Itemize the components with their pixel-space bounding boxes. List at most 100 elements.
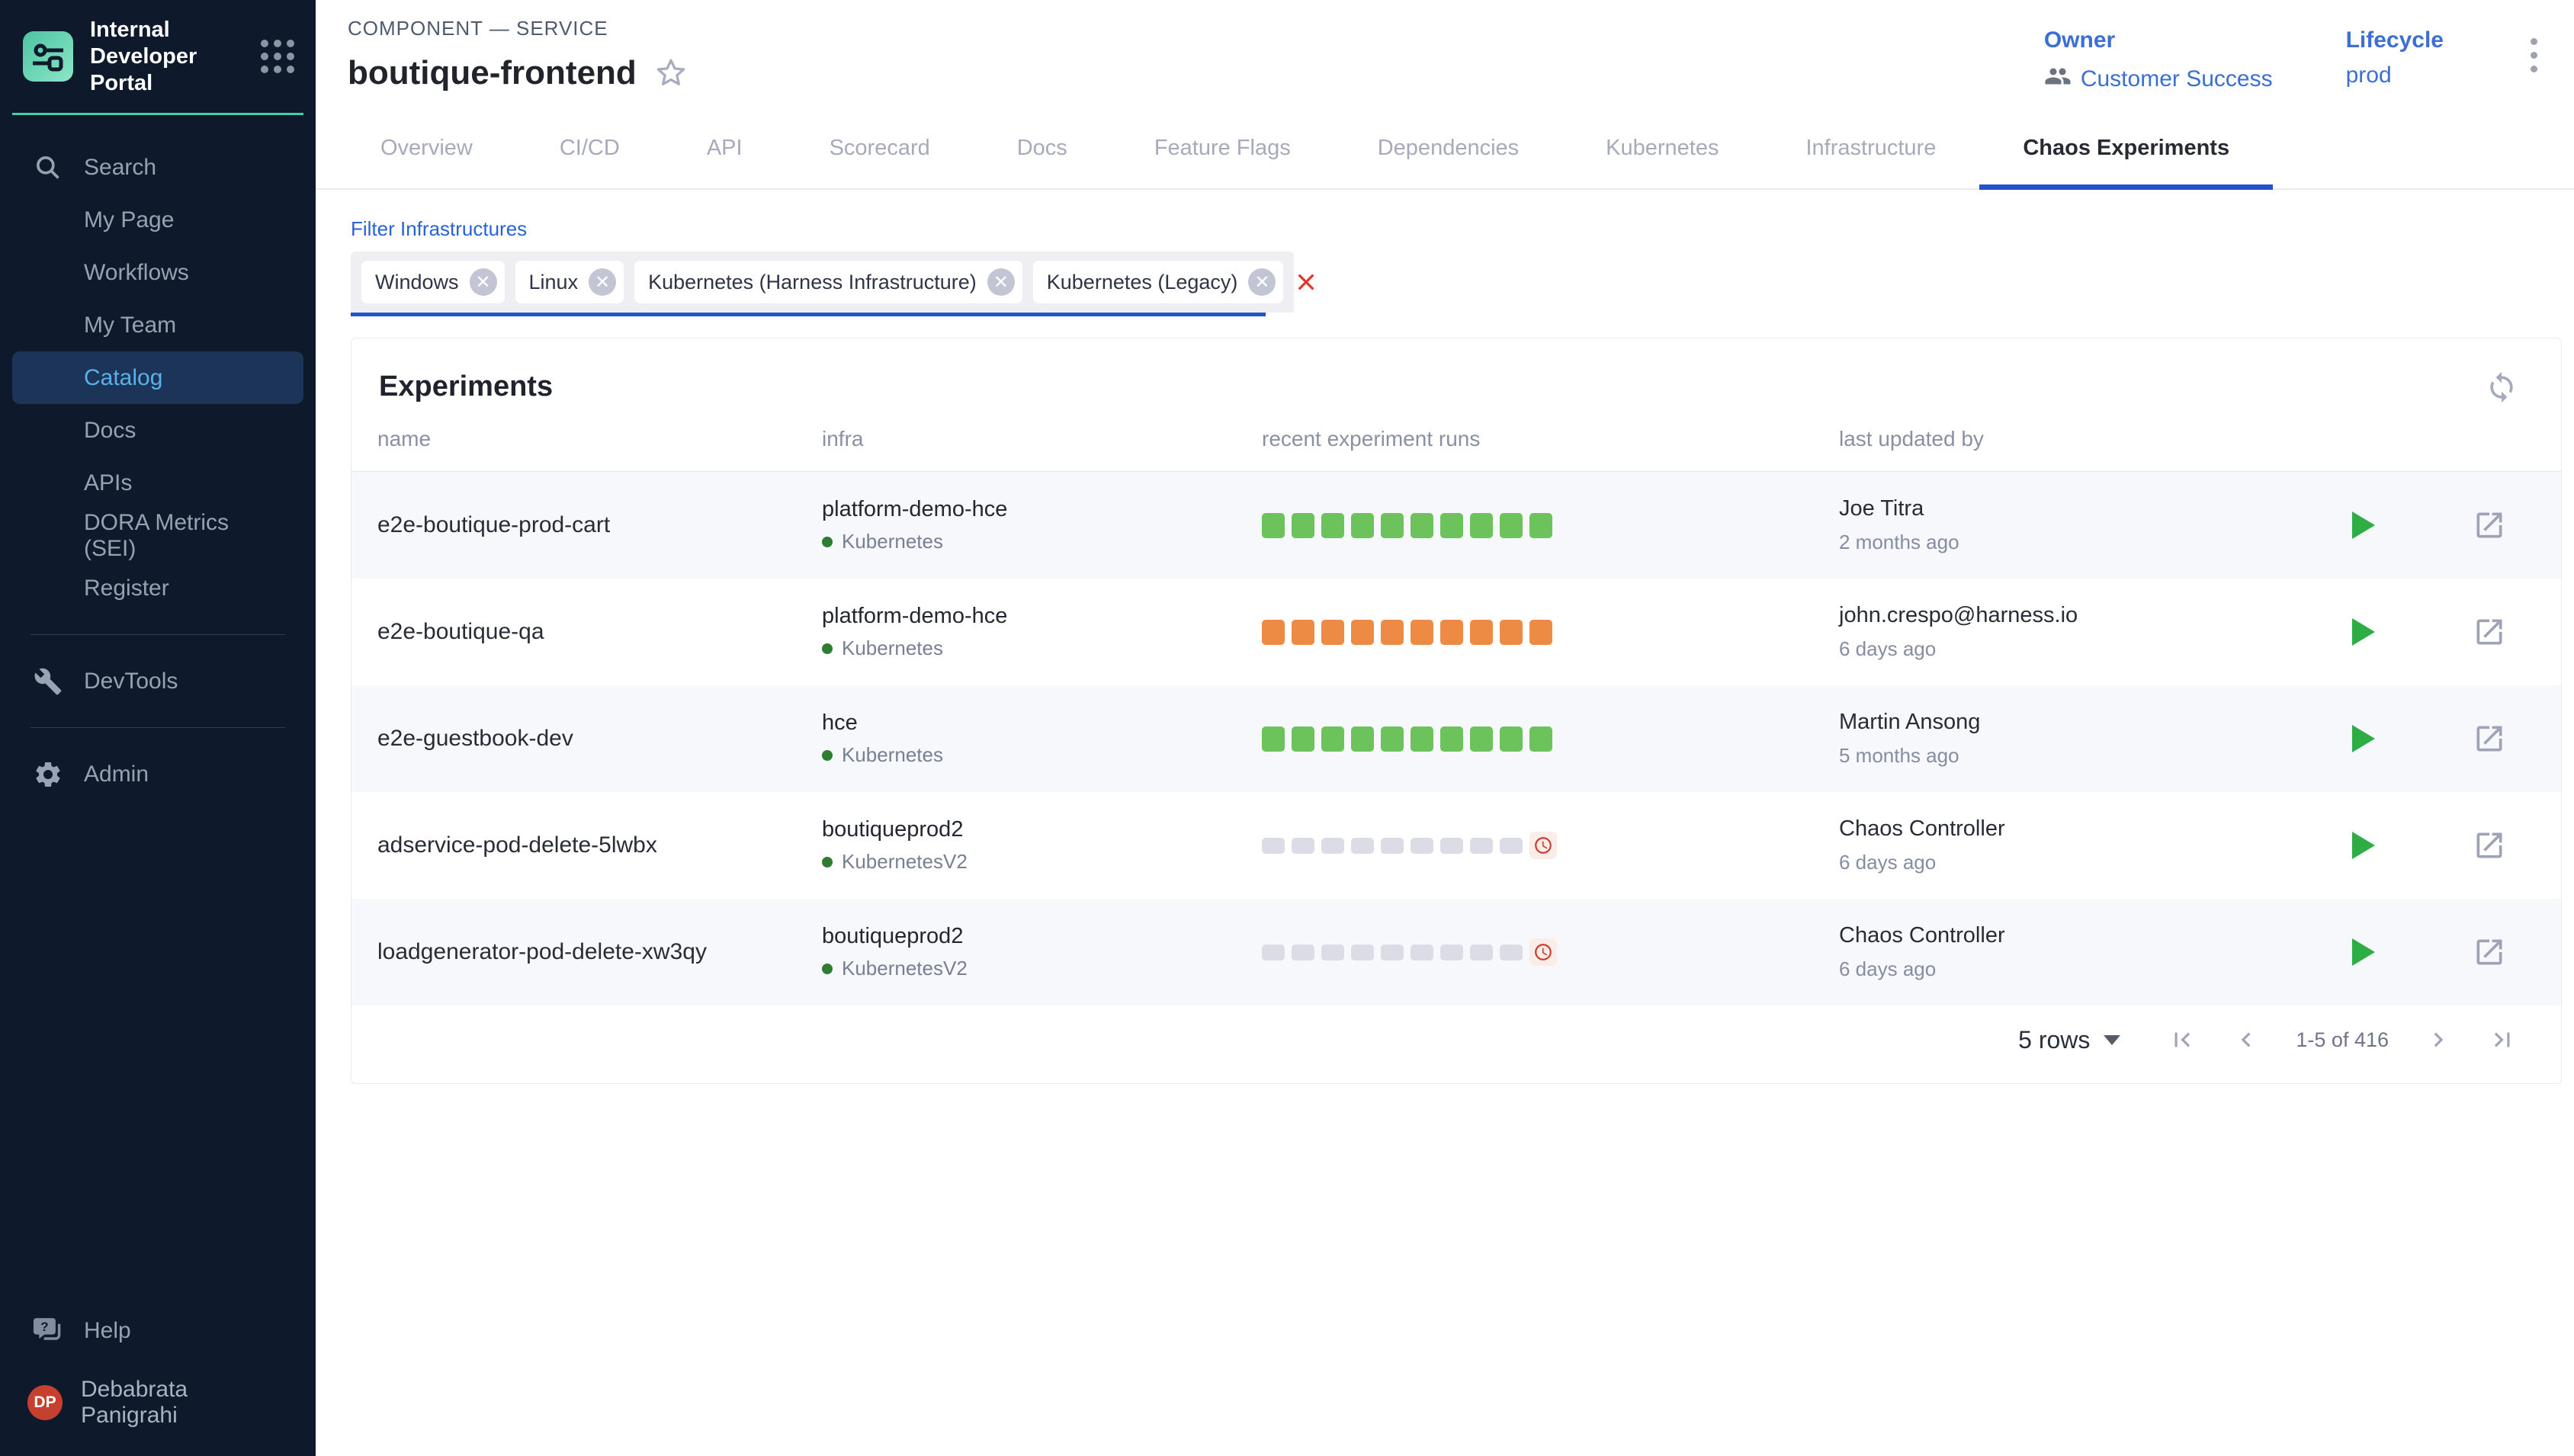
- sidebar-item-docs[interactable]: Docs: [12, 404, 303, 457]
- breadcrumb: COMPONENT — SERVICE: [348, 17, 688, 40]
- sidebar-item-label: DevTools: [84, 669, 178, 694]
- experiment-row[interactable]: e2e-boutique-qa platform-demo-hce Kubern…: [351, 579, 2561, 685]
- sidebar-item-help[interactable]: ? Help: [12, 1304, 303, 1357]
- filter-chip-kubernetes-legacy[interactable]: Kubernetes (Legacy) ✕: [1033, 261, 1284, 303]
- nav-item-icon: [32, 257, 64, 289]
- run-tile-pending: [1440, 838, 1463, 854]
- tab-overview[interactable]: Overview: [337, 113, 516, 188]
- filter-chip-linux[interactable]: Linux ✕: [515, 261, 624, 303]
- status-dot-icon: [822, 750, 833, 761]
- infrastructure-filter-input[interactable]: Windows ✕ Linux ✕ Kubernetes (Harness In…: [351, 252, 1266, 316]
- experiment-row[interactable]: e2e-guestbook-dev hce Kubernetes Martin …: [351, 685, 2561, 792]
- tab-dependencies[interactable]: Dependencies: [1334, 113, 1562, 188]
- sidebar-item-dora-metrics-sei[interactable]: DORA Metrics (SEI): [12, 509, 303, 562]
- first-page-button[interactable]: [2168, 1025, 2197, 1054]
- run-tile-pending: [1262, 944, 1285, 961]
- favorite-star-icon[interactable]: [653, 56, 688, 91]
- clear-filters-button[interactable]: [1294, 252, 1318, 313]
- run-experiment-play-button[interactable]: [2352, 832, 2375, 859]
- sidebar-item-admin[interactable]: Admin: [12, 748, 303, 800]
- sidebar-divider: [30, 634, 285, 635]
- updated-by-name: Joe Titra: [1839, 496, 2327, 521]
- sidebar-footer: ? Help DP Debabrata Panigrahi: [0, 1304, 316, 1456]
- run-tile-passed: [1470, 726, 1493, 752]
- tab-api[interactable]: API: [663, 113, 786, 188]
- run-tile-passed: [1529, 513, 1552, 538]
- people-icon: [2044, 63, 2072, 96]
- run-tile-passed: [1381, 726, 1404, 752]
- updated-at: 6 days ago: [1839, 851, 2327, 874]
- filter-chip-kubernetes-harness-infrastructure[interactable]: Kubernetes (Harness Infrastructure) ✕: [634, 261, 1022, 303]
- open-in-new-icon[interactable]: [2473, 722, 2506, 755]
- rows-per-page-select[interactable]: 5 rows: [2018, 1026, 2120, 1054]
- nav-item-icon: [32, 520, 64, 552]
- sidebar-item-apis[interactable]: APIs: [12, 457, 303, 509]
- experiment-row[interactable]: e2e-boutique-prod-cart platform-demo-hce…: [351, 472, 2561, 579]
- run-experiment-play-button[interactable]: [2352, 618, 2375, 646]
- table-header-row: name infra recent experiment runs last u…: [351, 427, 2561, 472]
- owner-link[interactable]: Customer Success: [2081, 66, 2273, 92]
- page-range: 1-5 of 416: [2296, 1028, 2389, 1052]
- infra-name: boutiqueprod2: [822, 817, 1262, 842]
- sidebar-item-register[interactable]: Register: [12, 562, 303, 614]
- filter-chip-windows[interactable]: Windows ✕: [361, 261, 505, 303]
- tab-scorecard[interactable]: Scorecard: [786, 113, 974, 188]
- sidebar-item-workflows[interactable]: Workflows: [12, 246, 303, 299]
- chip-remove-icon[interactable]: ✕: [589, 268, 616, 296]
- sidebar-nav: Search My Page Workflows My Team Catalog…: [0, 115, 316, 614]
- sidebar-item-my-team[interactable]: My Team: [12, 299, 303, 351]
- owner-block: Owner Customer Success: [2044, 27, 2273, 96]
- next-page-button[interactable]: [2424, 1025, 2453, 1054]
- recent-run-tiles: [1262, 513, 1839, 538]
- run-tile-pending: [1321, 944, 1344, 961]
- run-clock-icon: [1529, 938, 1557, 966]
- run-tile-pending: [1470, 838, 1493, 854]
- run-tile-failed: [1440, 620, 1463, 645]
- run-tile-pending: [1321, 838, 1344, 854]
- run-tile-passed: [1351, 726, 1374, 752]
- sidebar-item-label: Search: [84, 155, 156, 181]
- open-in-new-icon[interactable]: [2473, 935, 2506, 969]
- refresh-icon[interactable]: [2485, 370, 2518, 404]
- tab-chaos-experiments[interactable]: Chaos Experiments: [1979, 113, 2273, 188]
- chip-remove-icon[interactable]: ✕: [1248, 268, 1276, 296]
- run-experiment-play-button[interactable]: [2352, 512, 2375, 539]
- chip-remove-icon[interactable]: ✕: [987, 268, 1015, 296]
- lifecycle-label: Lifecycle: [2346, 27, 2444, 53]
- recent-run-tiles: [1262, 938, 1839, 966]
- sidebar-item-devtools[interactable]: DevTools: [12, 655, 303, 707]
- sidebar-item-search[interactable]: Search: [12, 141, 303, 194]
- filter-label: Filter Infrastructures: [351, 217, 2574, 241]
- user-avatar: DP: [27, 1385, 63, 1420]
- tab-infrastructure[interactable]: Infrastructure: [1762, 113, 1979, 188]
- chip-remove-icon[interactable]: ✕: [470, 268, 497, 296]
- experiment-row[interactable]: adservice-pod-delete-5lwbx boutiqueprod2…: [351, 792, 2561, 899]
- run-experiment-play-button[interactable]: [2352, 725, 2375, 752]
- tab-feature-flags[interactable]: Feature Flags: [1111, 113, 1334, 188]
- run-tile-passed: [1500, 726, 1523, 752]
- sidebar-item-catalog[interactable]: Catalog: [12, 351, 303, 404]
- apps-grid-icon[interactable]: [261, 40, 294, 73]
- open-in-new-icon[interactable]: [2473, 508, 2506, 542]
- open-in-new-icon[interactable]: [2473, 829, 2506, 862]
- experiment-name: e2e-boutique-qa: [377, 619, 822, 645]
- open-in-new-icon[interactable]: [2473, 615, 2506, 649]
- experiment-row[interactable]: loadgenerator-pod-delete-xw3qy boutiquep…: [351, 899, 2561, 1005]
- tab-kubernetes[interactable]: Kubernetes: [1562, 113, 1762, 188]
- sidebar-item-label: Docs: [84, 418, 136, 444]
- run-tile-pending: [1470, 944, 1493, 961]
- lifecycle-value: prod: [2346, 63, 2444, 88]
- status-dot-icon: [822, 643, 833, 654]
- tab-ci-cd[interactable]: CI/CD: [516, 113, 663, 188]
- more-options-kebab-icon[interactable]: [2517, 27, 2551, 83]
- column-header-updated-by: last updated by: [1839, 427, 2327, 451]
- experiment-name: adservice-pod-delete-5lwbx: [377, 832, 822, 858]
- user-menu[interactable]: DP Debabrata Panigrahi: [12, 1377, 303, 1429]
- sidebar-item-my-page[interactable]: My Page: [12, 194, 303, 246]
- run-tile-failed: [1292, 620, 1314, 645]
- last-page-button[interactable]: [2488, 1025, 2517, 1054]
- previous-page-button[interactable]: [2232, 1025, 2261, 1054]
- run-experiment-play-button[interactable]: [2352, 938, 2375, 966]
- tab-docs[interactable]: Docs: [974, 113, 1111, 188]
- run-tile-pending: [1381, 838, 1404, 854]
